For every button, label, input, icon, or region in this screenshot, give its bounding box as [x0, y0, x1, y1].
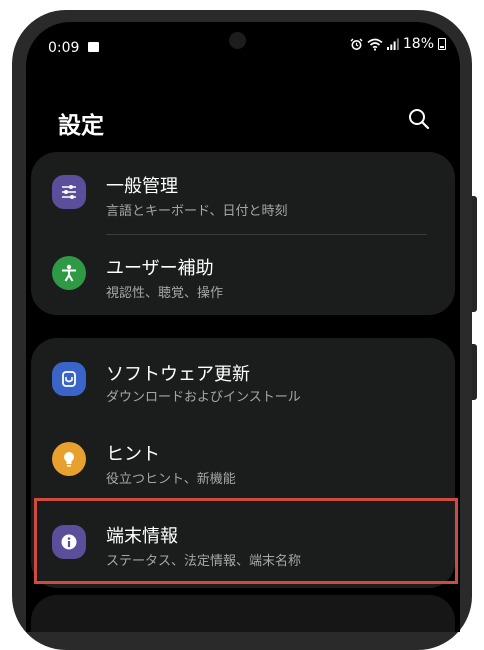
menu-item-about-phone[interactable]: 端末情報 ステータス、法定情報、端末名称 — [31, 502, 455, 582]
sliders-icon — [52, 175, 86, 209]
menu-item-tips[interactable]: ヒント 役立つヒント、新機能 — [31, 420, 455, 500]
menu-item-subtitle: 役立つヒント、新機能 — [106, 472, 236, 487]
power-button — [472, 344, 477, 400]
menu-item-subtitle: 視認性、聴覚、操作 — [106, 286, 224, 301]
info-icon — [52, 525, 86, 559]
menu-item-subtitle: ステータス、法定情報、端末名称 — [106, 554, 302, 569]
software-update-icon — [52, 362, 86, 396]
volume-button — [472, 196, 477, 312]
gallery-notification-icon — [88, 42, 99, 52]
menu-item-title: ソフトウェア更新 — [106, 364, 250, 385]
search-button[interactable] — [404, 104, 434, 134]
status-icons: 18% — [350, 36, 446, 52]
battery-percent: 18% — [402, 36, 434, 52]
menu-item-title: 一般管理 — [106, 176, 178, 197]
settings-group-2: ソフトウェア更新 ダウンロードおよびインストール ヒント 役立つヒント、新機能 — [31, 338, 455, 588]
accessibility-person-icon — [52, 256, 86, 290]
battery-icon — [438, 38, 446, 50]
menu-item-title: ユーザー補助 — [106, 258, 214, 279]
screen: 0:09 18% 設定 一般管理 言語とキーボード、日付と時刻 ユーザー補助 視… — [26, 22, 460, 632]
search-icon — [409, 109, 430, 130]
signal-icon — [386, 38, 399, 50]
menu-item-software-update[interactable]: ソフトウェア更新 ダウンロードおよびインストール — [31, 338, 455, 418]
menu-item-accessibility[interactable]: ユーザー補助 視認性、聴覚、操作 — [31, 234, 455, 314]
settings-group-1: 一般管理 言語とキーボード、日付と時刻 ユーザー補助 視認性、聴覚、操作 — [31, 152, 455, 315]
menu-item-title: 端末情報 — [106, 526, 178, 547]
alarm-icon — [350, 38, 363, 50]
status-bar: 0:09 18% — [26, 22, 460, 68]
page-title: 設定 — [58, 113, 104, 139]
lightbulb-icon — [52, 442, 86, 476]
wifi-icon — [367, 38, 383, 51]
menu-item-general-management[interactable]: 一般管理 言語とキーボード、日付と時刻 — [31, 152, 455, 232]
status-time: 0:09 — [48, 40, 80, 56]
menu-item-subtitle: ダウンロードおよびインストール — [106, 390, 301, 405]
menu-item-subtitle: 言語とキーボード、日付と時刻 — [106, 204, 288, 219]
settings-group-3-partial — [31, 595, 455, 632]
menu-item-title: ヒント — [106, 444, 160, 465]
